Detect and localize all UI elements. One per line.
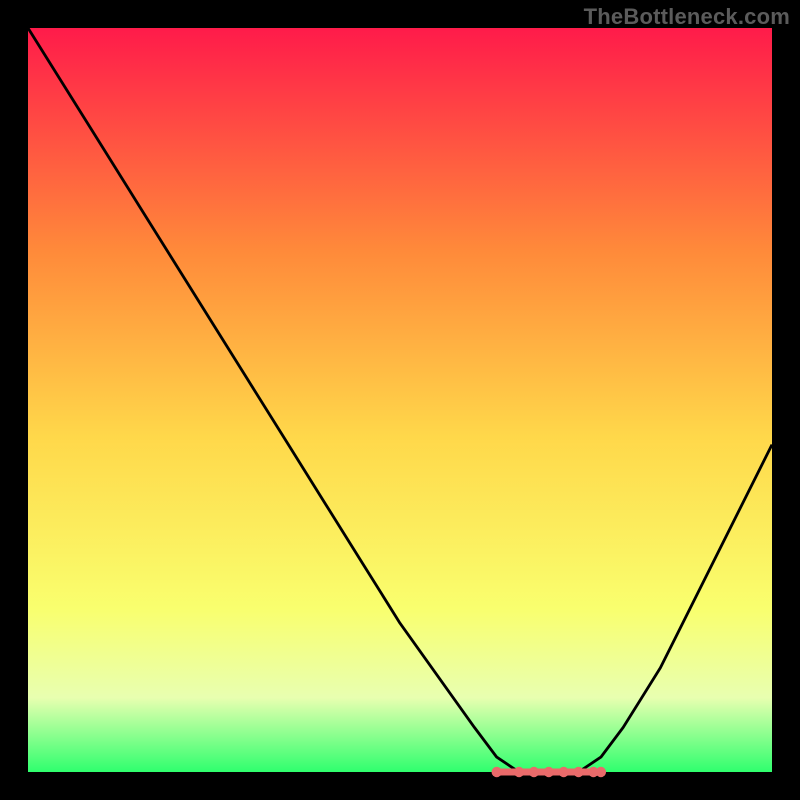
optimal-marker-dot [492, 767, 502, 777]
plot-area [28, 28, 772, 772]
bottleneck-chart [0, 0, 800, 800]
optimal-marker-dot [514, 767, 524, 777]
optimal-marker-dot [558, 767, 568, 777]
optimal-marker-dot [573, 767, 583, 777]
optimal-marker-dot [596, 767, 606, 777]
optimal-marker-dot [529, 767, 539, 777]
optimal-marker-dot [544, 767, 554, 777]
watermark: TheBottleneck.com [584, 4, 790, 30]
